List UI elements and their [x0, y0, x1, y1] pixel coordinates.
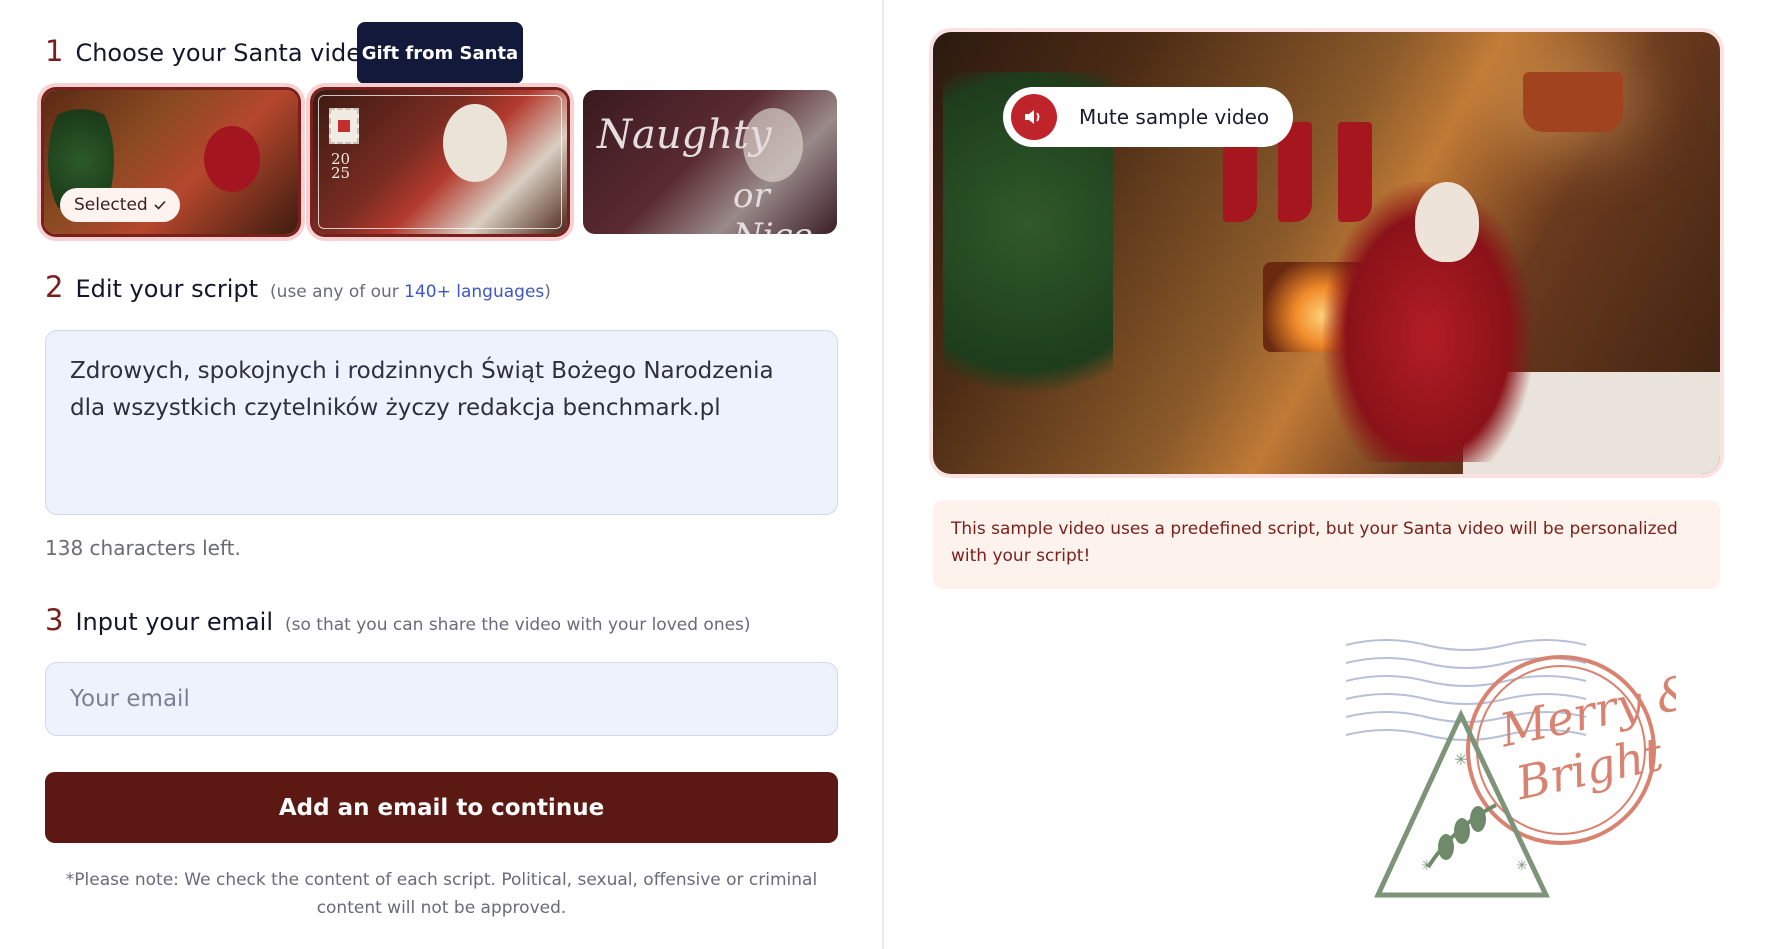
- step-title: Choose your Santa video: [75, 39, 376, 67]
- video-thumbnail-classic[interactable]: Selected: [44, 90, 298, 234]
- santa-figure: [204, 126, 260, 192]
- selected-badge: Selected: [60, 188, 180, 222]
- check-icon: [154, 200, 166, 210]
- step-title: Input your email: [75, 608, 274, 636]
- thumbnail-year: 20 25: [331, 150, 351, 182]
- selected-badge-label: Selected: [74, 195, 148, 215]
- stamp-icon: [329, 108, 359, 144]
- content-note: *Please note: We check the content of ea…: [65, 870, 818, 918]
- sample-info-banner: This sample video uses a predefined scri…: [933, 500, 1720, 589]
- step-1-heading: 1 Choose your Santa video: [45, 34, 376, 68]
- step-hint: (so that you can share the video with yo…: [285, 615, 751, 635]
- mute-label: Mute sample video: [1079, 105, 1270, 129]
- postmark-stamp: Merry & Bright ✳ ✳ ✳: [1345, 639, 1676, 898]
- thumbnail-overlay-text: or Nice: [733, 176, 813, 234]
- characters-left: 138 characters left.: [45, 536, 241, 560]
- step-number: 3: [45, 603, 64, 637]
- lamp-icon: [1523, 72, 1623, 132]
- svg-text:✳: ✳: [1516, 858, 1528, 874]
- form-column: 1 Choose your Santa video Gift from Sant…: [0, 0, 884, 949]
- script-textarea[interactable]: Zdrowych, spokojnych i rodzinnych Świąt …: [45, 330, 838, 515]
- step-2-heading: 2 Edit your script (use any of our 140+ …: [45, 270, 551, 304]
- add-email-button[interactable]: Add an email to continue: [45, 772, 838, 843]
- mute-sample-button[interactable]: Mute sample video: [1003, 87, 1293, 147]
- video-thumbnail-gift[interactable]: 20 25: [313, 90, 567, 234]
- santa-face: [1415, 182, 1479, 262]
- step-title: Edit your script: [75, 275, 259, 303]
- email-input[interactable]: [45, 662, 838, 736]
- hint-text: ): [544, 282, 551, 302]
- step-3-heading: 3 Input your email (so that you can shar…: [45, 603, 751, 637]
- sample-video[interactable]: Mute sample video: [933, 32, 1720, 474]
- thumbnail-overlay-text: Naughty: [597, 112, 772, 158]
- svg-text:✳: ✳: [1454, 750, 1467, 769]
- svg-text:✳: ✳: [1421, 858, 1433, 874]
- preview-column: Mute sample video This sample video uses…: [886, 0, 1767, 949]
- thumbnail-tooltip: Gift from Santa: [357, 22, 523, 94]
- speaker-icon: [1011, 94, 1057, 140]
- step-number: 1: [45, 34, 64, 68]
- languages-link[interactable]: 140+ languages: [404, 282, 544, 302]
- step-number: 2: [45, 270, 64, 304]
- step-hint: (use any of our 140+ languages): [270, 282, 551, 302]
- video-thumbnail-naughty-nice[interactable]: Naughty or Nice: [583, 90, 837, 234]
- hint-text: (use any of our: [270, 282, 405, 302]
